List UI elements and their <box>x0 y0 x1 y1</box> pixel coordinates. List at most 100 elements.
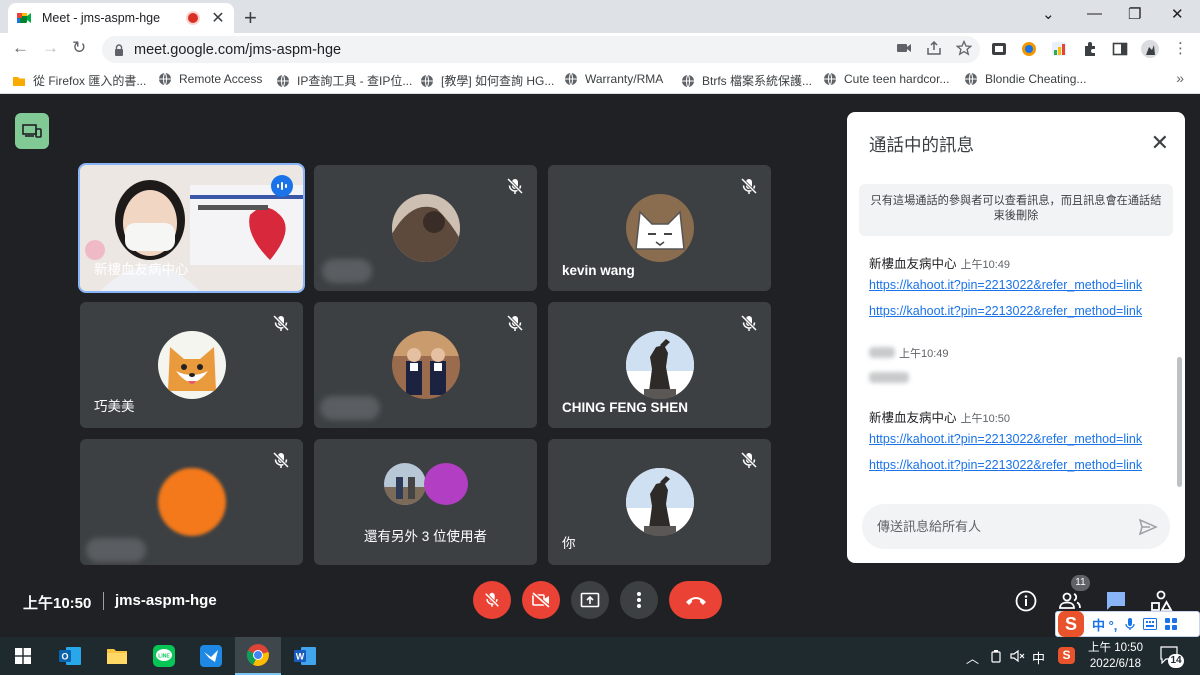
bookmark-label: [教學] 如何查詢 HG... <box>441 74 555 88</box>
meeting-clock: 上午10:50 <box>23 595 92 612</box>
tab-search-icon[interactable]: ⌄ <box>1042 5 1055 23</box>
power-icon[interactable] <box>990 649 1002 663</box>
chrome-menu-icon[interactable]: ⋮ <box>1173 39 1188 57</box>
activities-icon[interactable] <box>1149 589 1173 613</box>
close-window-button[interactable]: ✕ <box>1171 5 1184 23</box>
participant-avatar <box>625 331 694 399</box>
in-call-messages-panel: 通話中的訊息 ✕ 只有這場通話的參與者可以查看訊息，而且訊息會在通話結束後刪除 … <box>847 112 1185 563</box>
new-tab-button[interactable]: + <box>244 5 257 31</box>
message-link[interactable]: https://kahoot.it?pin=2213022&refer_meth… <box>869 432 1142 446</box>
chrome-icon <box>246 644 269 666</box>
extension-icon[interactable] <box>1051 41 1067 57</box>
participant-tile[interactable]: 巧美美 <box>80 302 303 428</box>
taskbar-file-explorer[interactable] <box>94 637 140 675</box>
message-link[interactable]: https://kahoot.it?pin=2213022&refer_meth… <box>869 458 1142 472</box>
ime-mic-icon[interactable] <box>1125 617 1136 631</box>
language-indicator[interactable]: 中 <box>1032 648 1045 667</box>
participant-tile[interactable]: CHING FENG SHEN <box>548 302 771 428</box>
more-participants-label: 還有另外 3 位使用者 <box>363 529 487 544</box>
chat-icon[interactable] <box>1104 589 1128 613</box>
ime-grid-icon[interactable] <box>1165 618 1178 630</box>
extension-icon[interactable] <box>1021 41 1037 57</box>
start-button[interactable] <box>0 637 46 675</box>
folder-icon <box>107 649 127 664</box>
message-link[interactable]: https://kahoot.it?pin=2213022&refer_meth… <box>869 278 1142 292</box>
send-icon[interactable] <box>1138 517 1158 537</box>
blurred-participant-name <box>320 396 380 420</box>
more-bookmarks-button[interactable]: » <box>1176 70 1184 86</box>
bookmark-item[interactable]: Warranty/RMA <box>564 72 663 86</box>
muted-mic-icon <box>272 451 290 469</box>
more-vertical-icon <box>637 592 641 608</box>
present-screen-icon <box>580 592 600 608</box>
globe-icon <box>159 72 171 86</box>
notification-center-button[interactable]: 14 <box>1160 646 1184 668</box>
chat-notice: 只有這場通話的參與者可以查看訊息，而且訊息會在通話結束後刪除 <box>859 184 1173 236</box>
address-bar[interactable]: meet.google.com/jms-aspm-hge <box>102 36 980 63</box>
bookmark-folder[interactable]: 從 Firefox 匯入的書... <box>12 72 146 89</box>
globe-icon <box>965 72 977 86</box>
bookmark-item[interactable]: Remote Access <box>158 72 262 86</box>
taskbar-line[interactable]: LINE <box>141 637 187 675</box>
participant-tile[interactable]: kevin wang <box>548 165 771 291</box>
sogou-tray-icon[interactable]: S <box>1058 647 1075 664</box>
reload-button[interactable]: ↻ <box>72 38 86 58</box>
bookmark-item[interactable]: Cute teen hardcor... <box>823 72 949 86</box>
participant-name: CHING FENG SHEN <box>562 400 689 415</box>
bookmark-item[interactable]: IP查詢工具 - 查IP位... <box>276 72 412 89</box>
participant-tile-self[interactable]: 你 <box>548 439 771 565</box>
minimize-button[interactable]: — <box>1087 5 1102 22</box>
taskbar-app[interactable] <box>188 637 234 675</box>
participant-tile[interactable] <box>314 302 537 428</box>
toggle-microphone-button[interactable] <box>473 581 511 619</box>
show-hidden-icons-button[interactable]: ︿ <box>966 648 979 667</box>
bookmark-item[interactable]: Blondie Cheating... <box>964 72 1086 86</box>
restore-button[interactable]: ❐ <box>1128 5 1141 23</box>
input-method-bar[interactable]: S 中 °, <box>1055 611 1200 637</box>
participant-tile[interactable] <box>80 439 303 565</box>
svg-text:LINE: LINE <box>158 654 170 660</box>
back-button[interactable]: ← <box>12 38 29 58</box>
camera-in-use-icon[interactable] <box>896 40 912 56</box>
present-screen-button[interactable] <box>571 581 609 619</box>
tab-title: Meet - jms-aspm-hge <box>42 11 161 25</box>
meeting-details-icon[interactable] <box>1014 589 1038 613</box>
more-participants-tile[interactable]: 還有另外 3 位使用者 <box>314 439 537 565</box>
close-panel-button[interactable]: ✕ <box>1151 130 1169 156</box>
people-icon[interactable] <box>1058 589 1082 613</box>
message-link[interactable]: https://kahoot.it?pin=2213022&refer_meth… <box>869 304 1142 318</box>
chat-scrollbar[interactable] <box>1177 357 1182 487</box>
browser-tab-meet[interactable]: Meet - jms-aspm-hge ✕ <box>8 3 234 33</box>
taskbar-word[interactable]: W <box>282 637 328 675</box>
participant-avatar <box>384 463 426 505</box>
volume-muted-icon[interactable] <box>1010 649 1026 663</box>
chat-message-input[interactable] <box>862 504 1170 549</box>
bookmark-item[interactable]: Btrfs 檔案系統保護... <box>681 72 812 89</box>
bookmark-star-icon[interactable] <box>956 40 972 56</box>
extensions-puzzle-icon[interactable] <box>1082 41 1098 57</box>
companion-mode-button[interactable] <box>15 113 49 149</box>
taskbar-chrome[interactable] <box>235 637 281 675</box>
forward-button[interactable]: → <box>42 38 59 58</box>
bookmark-item[interactable]: [教學] 如何查詢 HG... <box>420 72 554 89</box>
extension-icon[interactable] <box>991 41 1007 57</box>
chat-message: 新樓血友病中心 上午10:49 https://kahoot.it?pin=221… <box>869 253 1142 318</box>
profile-avatar[interactable] <box>1140 39 1160 59</box>
more-options-button[interactable] <box>620 581 658 619</box>
share-icon[interactable] <box>926 40 942 56</box>
taskbar-outlook[interactable]: O <box>47 637 93 675</box>
muted-mic-icon <box>740 451 758 469</box>
ime-keyboard-icon[interactable] <box>1143 618 1158 630</box>
muted-mic-icon <box>740 177 758 195</box>
leave-call-button[interactable] <box>669 581 722 619</box>
hang-up-icon <box>685 597 706 605</box>
side-panel-icon[interactable] <box>1112 41 1128 57</box>
system-clock[interactable]: 上午 10:50 2022/6/18 <box>1088 640 1143 672</box>
close-tab-icon[interactable]: ✕ <box>210 8 226 28</box>
participant-tile[interactable] <box>314 165 537 291</box>
participant-avatar <box>157 468 226 536</box>
participant-tile[interactable]: 新樓血友病中心 <box>78 163 305 293</box>
toggle-camera-button[interactable] <box>522 581 560 619</box>
browser-toolbar: ← → ↻ meet.google.com/jms-aspm-hge ⋮ <box>0 33 1200 66</box>
people-count-badge: 11 <box>1071 575 1090 591</box>
